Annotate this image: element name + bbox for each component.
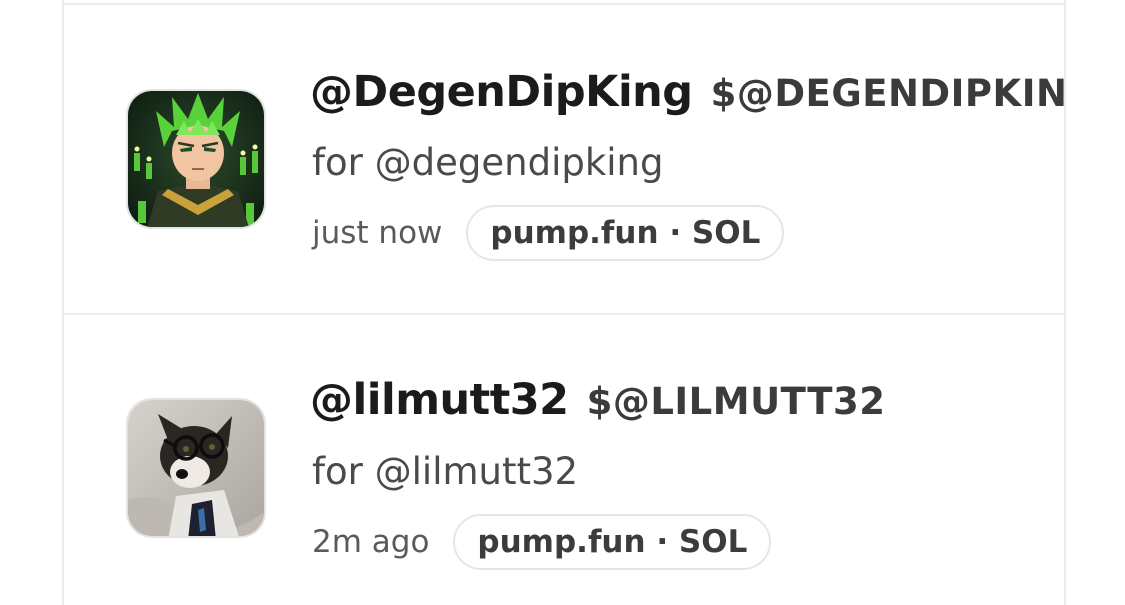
dog-with-glasses-avatar-icon <box>126 398 266 538</box>
anime-character-avatar-icon <box>126 89 266 229</box>
title-row: @lilmutt32 $@LILMUTT32 <box>310 375 885 425</box>
for-user-text: for @lilmutt32 <box>312 450 579 493</box>
feed-card[interactable]: @DegenDipKing $@DEGENDIPKIN for @degendip… <box>64 5 1064 315</box>
user-handle[interactable]: @DegenDipKing <box>310 67 693 117</box>
timestamp: 2m ago <box>312 524 430 560</box>
token-ticker: $@LILMUTT32 <box>586 380 886 423</box>
meta-row: just now pump.fun · SOL <box>312 205 785 261</box>
for-user-text: for @degendipking <box>312 141 664 184</box>
platform-badge[interactable]: pump.fun · SOL <box>453 514 772 570</box>
timestamp: just now <box>312 215 443 251</box>
user-handle[interactable]: @lilmutt32 <box>310 375 569 425</box>
meta-row: 2m ago pump.fun · SOL <box>312 514 772 570</box>
feed-card[interactable]: @lilmutt32 $@LILMUTT32 for @lilmutt32 2m … <box>64 314 1064 605</box>
platform-badge[interactable]: pump.fun · SOL <box>466 205 785 261</box>
token-ticker: $@DEGENDIPKIN <box>710 72 1066 115</box>
token-feed: @DegenDipKing $@DEGENDIPKIN for @degendip… <box>62 0 1066 605</box>
title-row: @DegenDipKing $@DEGENDIPKIN <box>310 67 1066 117</box>
